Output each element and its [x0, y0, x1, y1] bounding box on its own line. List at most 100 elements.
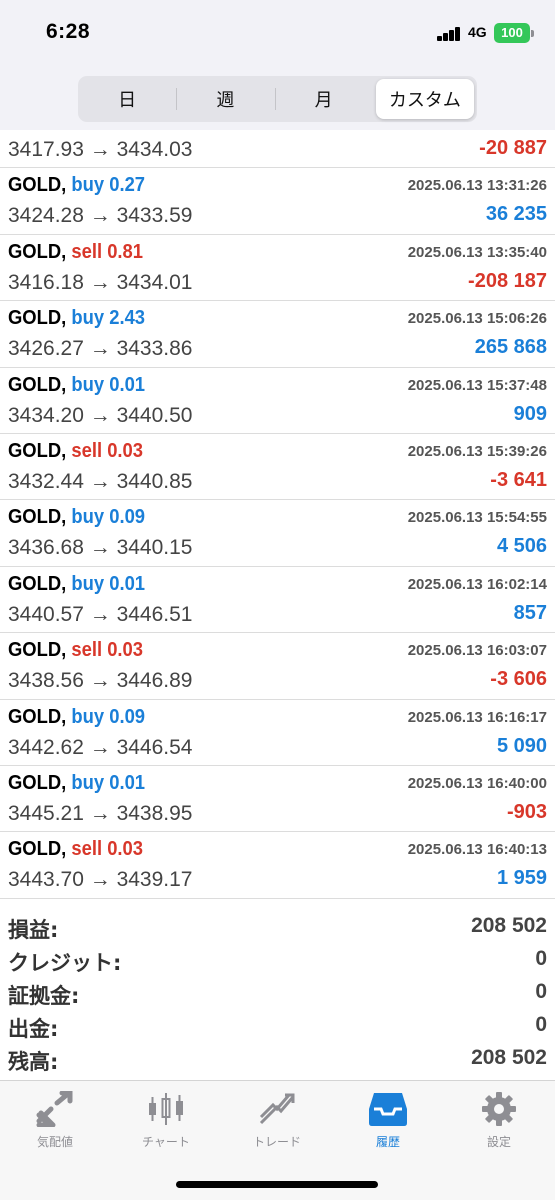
- battery-tip: [531, 30, 534, 37]
- trade-prices: 3434.20 → 3440.50: [8, 403, 193, 427]
- trade-history-list[interactable]: GOLD, sell 0.053417.93 → 3434.03-20 887G…: [0, 130, 555, 905]
- symbol-name: GOLD,: [8, 771, 67, 794]
- trade-row[interactable]: GOLD, sell 0.03 2025.06.13 16:40:13 3443.7…: [0, 832, 555, 899]
- trade-date: 2025.06.13 13:31:26: [407, 177, 547, 195]
- trade-profit: -903: [506, 800, 547, 823]
- account-summary: 損益: 208 502 クレジット: 0 証拠金: 0 出金: 0 残高: 20…: [0, 912, 555, 1077]
- trade-prices: 3417.93 → 3434.03: [8, 138, 193, 161]
- trade-row[interactable]: GOLD, sell 0.03 2025.06.13 16:03:07 3438.5…: [0, 633, 555, 700]
- trade-prices: 3416.18 → 3434.01: [8, 270, 193, 294]
- trade-prices: 3445.21 → 3438.95: [8, 801, 193, 825]
- trade-symbol: GOLD, sell 0.05: [8, 130, 143, 131]
- symbol-name: GOLD,: [8, 572, 67, 595]
- trade-symbol: GOLD, sell 0.03: [8, 639, 143, 662]
- symbol-name: GOLD,: [8, 373, 67, 396]
- tab-day[interactable]: 日: [78, 76, 176, 122]
- trade-row[interactable]: GOLD, buy 0.27 2025.06.13 13:31:26 3424.28…: [0, 168, 555, 235]
- symbol-name: GOLD,: [8, 838, 67, 861]
- tab-chart[interactable]: チャート: [111, 1091, 221, 1150]
- trade-volume: 0.03: [107, 439, 144, 462]
- trade-row[interactable]: GOLD, buy 0.09 2025.06.13 16:16:17 3442.62…: [0, 700, 555, 766]
- trade-volume: 0.09: [109, 506, 146, 529]
- trade-side: buy 0.09: [71, 706, 145, 728]
- trade-profit: 1 959: [496, 867, 547, 890]
- trade-profit: -3 606: [490, 668, 547, 691]
- trade-prices: 3432.44 → 3440.85: [8, 469, 193, 493]
- period-segmented-control: 日 週 月 カスタム: [78, 76, 477, 122]
- summary-value: 208 502: [471, 1046, 547, 1069]
- side-label: buy: [71, 373, 105, 396]
- summary-balance-row: 残高: 208 502: [0, 1044, 555, 1077]
- trade-row[interactable]: GOLD, sell 0.05 3417.93 → 3434.03 -20 887: [0, 130, 555, 169]
- side-label: buy: [71, 705, 105, 728]
- trade-row[interactable]: GOLD, sell 0.03 2025.06.13 15:39:26 3432.4…: [0, 434, 555, 501]
- symbol-name: GOLD,: [8, 240, 67, 263]
- summary-label: 残高:: [8, 1050, 59, 1074]
- status-time: 6:28: [46, 20, 91, 43]
- trade-prices: 3442.62 → 3446.54: [8, 735, 193, 759]
- symbol-name: GOLD,: [8, 307, 67, 330]
- trade-icon: [259, 1093, 295, 1125]
- summary-withdrawal-row: 出金: 0: [0, 1011, 555, 1044]
- trade-volume: 0.01: [109, 373, 146, 396]
- tab-label: トレード: [252, 1135, 301, 1149]
- trade-date: 2025.06.13 13:35:40: [407, 243, 547, 261]
- side-label: sell: [71, 439, 103, 462]
- trade-prices: 3436.68 → 3440.15: [8, 536, 193, 560]
- trade-date: 2025.06.13 16:40:13: [407, 841, 547, 859]
- trade-volume: 0.09: [109, 705, 146, 728]
- symbol-name: GOLD,: [8, 439, 67, 462]
- tab-trade[interactable]: トレード: [222, 1091, 332, 1150]
- status-bar: 6:28 4G 100: [0, 0, 555, 68]
- trade-side: sell 0.03: [71, 440, 143, 462]
- trade-volume: 0.03: [107, 838, 144, 861]
- symbol-name: GOLD,: [8, 174, 67, 197]
- trade-volume: 0.27: [109, 174, 146, 197]
- trade-side: sell 0.81: [71, 241, 143, 263]
- trade-profit: -3 641: [490, 468, 547, 491]
- trade-volume: 2.43: [109, 307, 146, 330]
- trade-date: 2025.06.13 16:03:07: [407, 642, 547, 660]
- symbol-name: GOLD,: [8, 506, 67, 529]
- summary-credit-row: クレジット: 0: [0, 945, 555, 978]
- trade-side: buy 0.01: [71, 772, 145, 794]
- trade-prices: 3440.57 → 3446.51: [8, 602, 193, 626]
- trade-row[interactable]: GOLD, buy 0.01 2025.06.13 16:40:00 3445.21…: [0, 766, 555, 833]
- trade-symbol: GOLD, sell 0.03: [8, 440, 143, 463]
- summary-label: 出金:: [8, 1017, 59, 1041]
- tab-week[interactable]: 週: [176, 76, 274, 122]
- tab-custom[interactable]: カスタム: [375, 79, 474, 119]
- trade-row[interactable]: GOLD, buy 0.01 2025.06.13 15:37:48 3434.20…: [0, 368, 555, 434]
- summary-profit-row: 損益: 208 502: [0, 912, 555, 945]
- trade-row[interactable]: GOLD, buy 2.43 2025.06.13 15:06:26 3426.27…: [0, 301, 555, 368]
- summary-label: 証拠金:: [8, 984, 80, 1008]
- trade-volume: 0.03: [107, 639, 144, 662]
- network-type: 4G: [468, 24, 487, 40]
- trade-symbol: GOLD, sell 0.81: [8, 241, 143, 264]
- trade-date: 2025.06.13 15:39:26: [407, 442, 547, 460]
- symbol-name: GOLD,: [8, 639, 67, 662]
- battery-icon: 100: [494, 23, 530, 43]
- tab-month[interactable]: 月: [274, 76, 373, 122]
- tab-history[interactable]: 履歴: [333, 1091, 443, 1150]
- trade-row[interactable]: GOLD, buy 0.01 2025.06.13 16:02:14 3440.57…: [0, 567, 555, 634]
- trade-list-inner: GOLD, sell 0.053417.93 → 3434.03-20 887G…: [0, 130, 555, 899]
- trade-row[interactable]: GOLD, buy 0.09 2025.06.13 15:54:55 3436.68…: [0, 500, 555, 567]
- trade-volume: 0.81: [107, 240, 144, 263]
- symbol-name: GOLD,: [8, 705, 67, 728]
- trade-side: sell 0.03: [71, 639, 143, 661]
- tab-settings[interactable]: 設定: [444, 1091, 554, 1150]
- trade-prices: 3443.70 → 3439.17: [8, 868, 193, 892]
- trade-volume: 0.01: [109, 572, 146, 595]
- trade-profit: 909: [513, 402, 547, 425]
- trade-volume: 0.01: [109, 771, 146, 794]
- trade-row[interactable]: GOLD, sell 0.81 2025.06.13 13:35:40 3416.1…: [0, 235, 555, 302]
- trade-prices: 3426.27 → 3433.86: [8, 337, 193, 361]
- trade-side: buy 2.43: [71, 307, 145, 329]
- trade-prices: 3424.28 → 3433.59: [8, 204, 193, 228]
- summary-value: 208 502: [471, 914, 547, 937]
- tab-quotes[interactable]: 気配値: [0, 1091, 110, 1150]
- side-label: sell: [71, 240, 103, 263]
- trade-symbol: GOLD, sell 0.03: [8, 838, 143, 861]
- trade-date: 2025.06.13 16:40:00: [407, 774, 547, 792]
